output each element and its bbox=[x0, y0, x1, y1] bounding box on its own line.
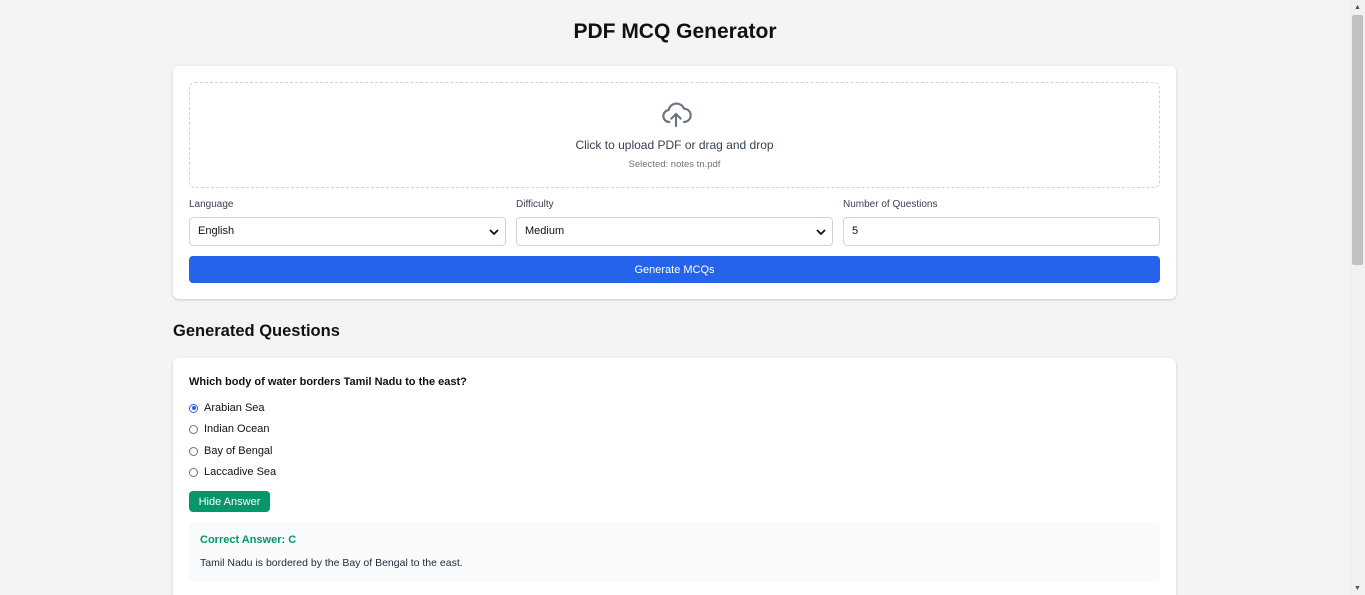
scrollbar-thumb[interactable] bbox=[1352, 15, 1363, 265]
page-title: PDF MCQ Generator bbox=[573, 20, 777, 43]
pdf-dropzone[interactable]: Click to upload PDF or drag and drop Sel… bbox=[189, 82, 1160, 188]
language-field: Language English bbox=[189, 199, 506, 246]
generate-mcqs-button[interactable]: Generate MCQs bbox=[189, 256, 1160, 283]
page-scrollbar[interactable]: ▲ ▼ bbox=[1350, 0, 1365, 595]
language-value: English bbox=[198, 225, 235, 237]
option-label: Bay of Bengal bbox=[204, 445, 273, 457]
generated-questions-title: Generated Questions bbox=[173, 322, 340, 340]
correct-answer-text: Correct Answer: C bbox=[200, 534, 297, 546]
chevron-down-icon bbox=[489, 229, 499, 235]
option-a[interactable]: Arabian Sea bbox=[189, 402, 265, 414]
chevron-down-icon bbox=[816, 229, 826, 235]
radio-button[interactable] bbox=[189, 446, 198, 456]
difficulty-select[interactable]: Medium bbox=[516, 217, 833, 246]
option-c[interactable]: Bay of Bengal bbox=[189, 445, 273, 457]
dropzone-prompt: Click to upload PDF or drag and drop bbox=[575, 138, 774, 152]
language-label: Language bbox=[189, 199, 234, 210]
page: PDF MCQ Generator Click to upload PDF or… bbox=[0, 0, 1365, 595]
option-b[interactable]: Indian Ocean bbox=[189, 423, 269, 435]
hide-answer-button[interactable]: Hide Answer bbox=[189, 491, 270, 512]
option-label: Indian Ocean bbox=[204, 423, 270, 435]
option-d[interactable]: Laccadive Sea bbox=[189, 466, 276, 478]
num-questions-input[interactable]: 5 bbox=[843, 217, 1160, 246]
cloud-upload-icon bbox=[662, 102, 692, 128]
option-label: Laccadive Sea bbox=[204, 466, 277, 478]
answer-explanation: Tamil Nadu is bordered by the Bay of Ben… bbox=[200, 557, 463, 569]
difficulty-value: Medium bbox=[525, 225, 565, 237]
radio-button[interactable] bbox=[189, 424, 198, 434]
num-questions-value: 5 bbox=[852, 225, 859, 237]
upload-card: Click to upload PDF or drag and drop Sel… bbox=[173, 66, 1176, 299]
question-card: Which body of water borders Tamil Nadu t… bbox=[173, 358, 1176, 595]
radio-button-checked[interactable] bbox=[189, 403, 198, 413]
selected-file-text: Selected: notes tn.pdf bbox=[628, 159, 721, 170]
question-text: Which body of water borders Tamil Nadu t… bbox=[189, 376, 467, 388]
num-questions-label: Number of Questions bbox=[843, 199, 938, 210]
scroll-up-arrow-icon[interactable]: ▲ bbox=[1350, 0, 1365, 14]
language-select[interactable]: English bbox=[189, 217, 506, 246]
num-questions-field: Number of Questions 5 bbox=[843, 199, 1160, 246]
difficulty-label: Difficulty bbox=[516, 199, 554, 210]
answer-panel: Correct Answer: C Tamil Nadu is bordered… bbox=[189, 522, 1160, 581]
scroll-down-arrow-icon[interactable]: ▼ bbox=[1350, 581, 1365, 595]
radio-button[interactable] bbox=[189, 467, 198, 477]
option-label: Arabian Sea bbox=[204, 402, 265, 414]
difficulty-field: Difficulty Medium bbox=[516, 199, 833, 246]
